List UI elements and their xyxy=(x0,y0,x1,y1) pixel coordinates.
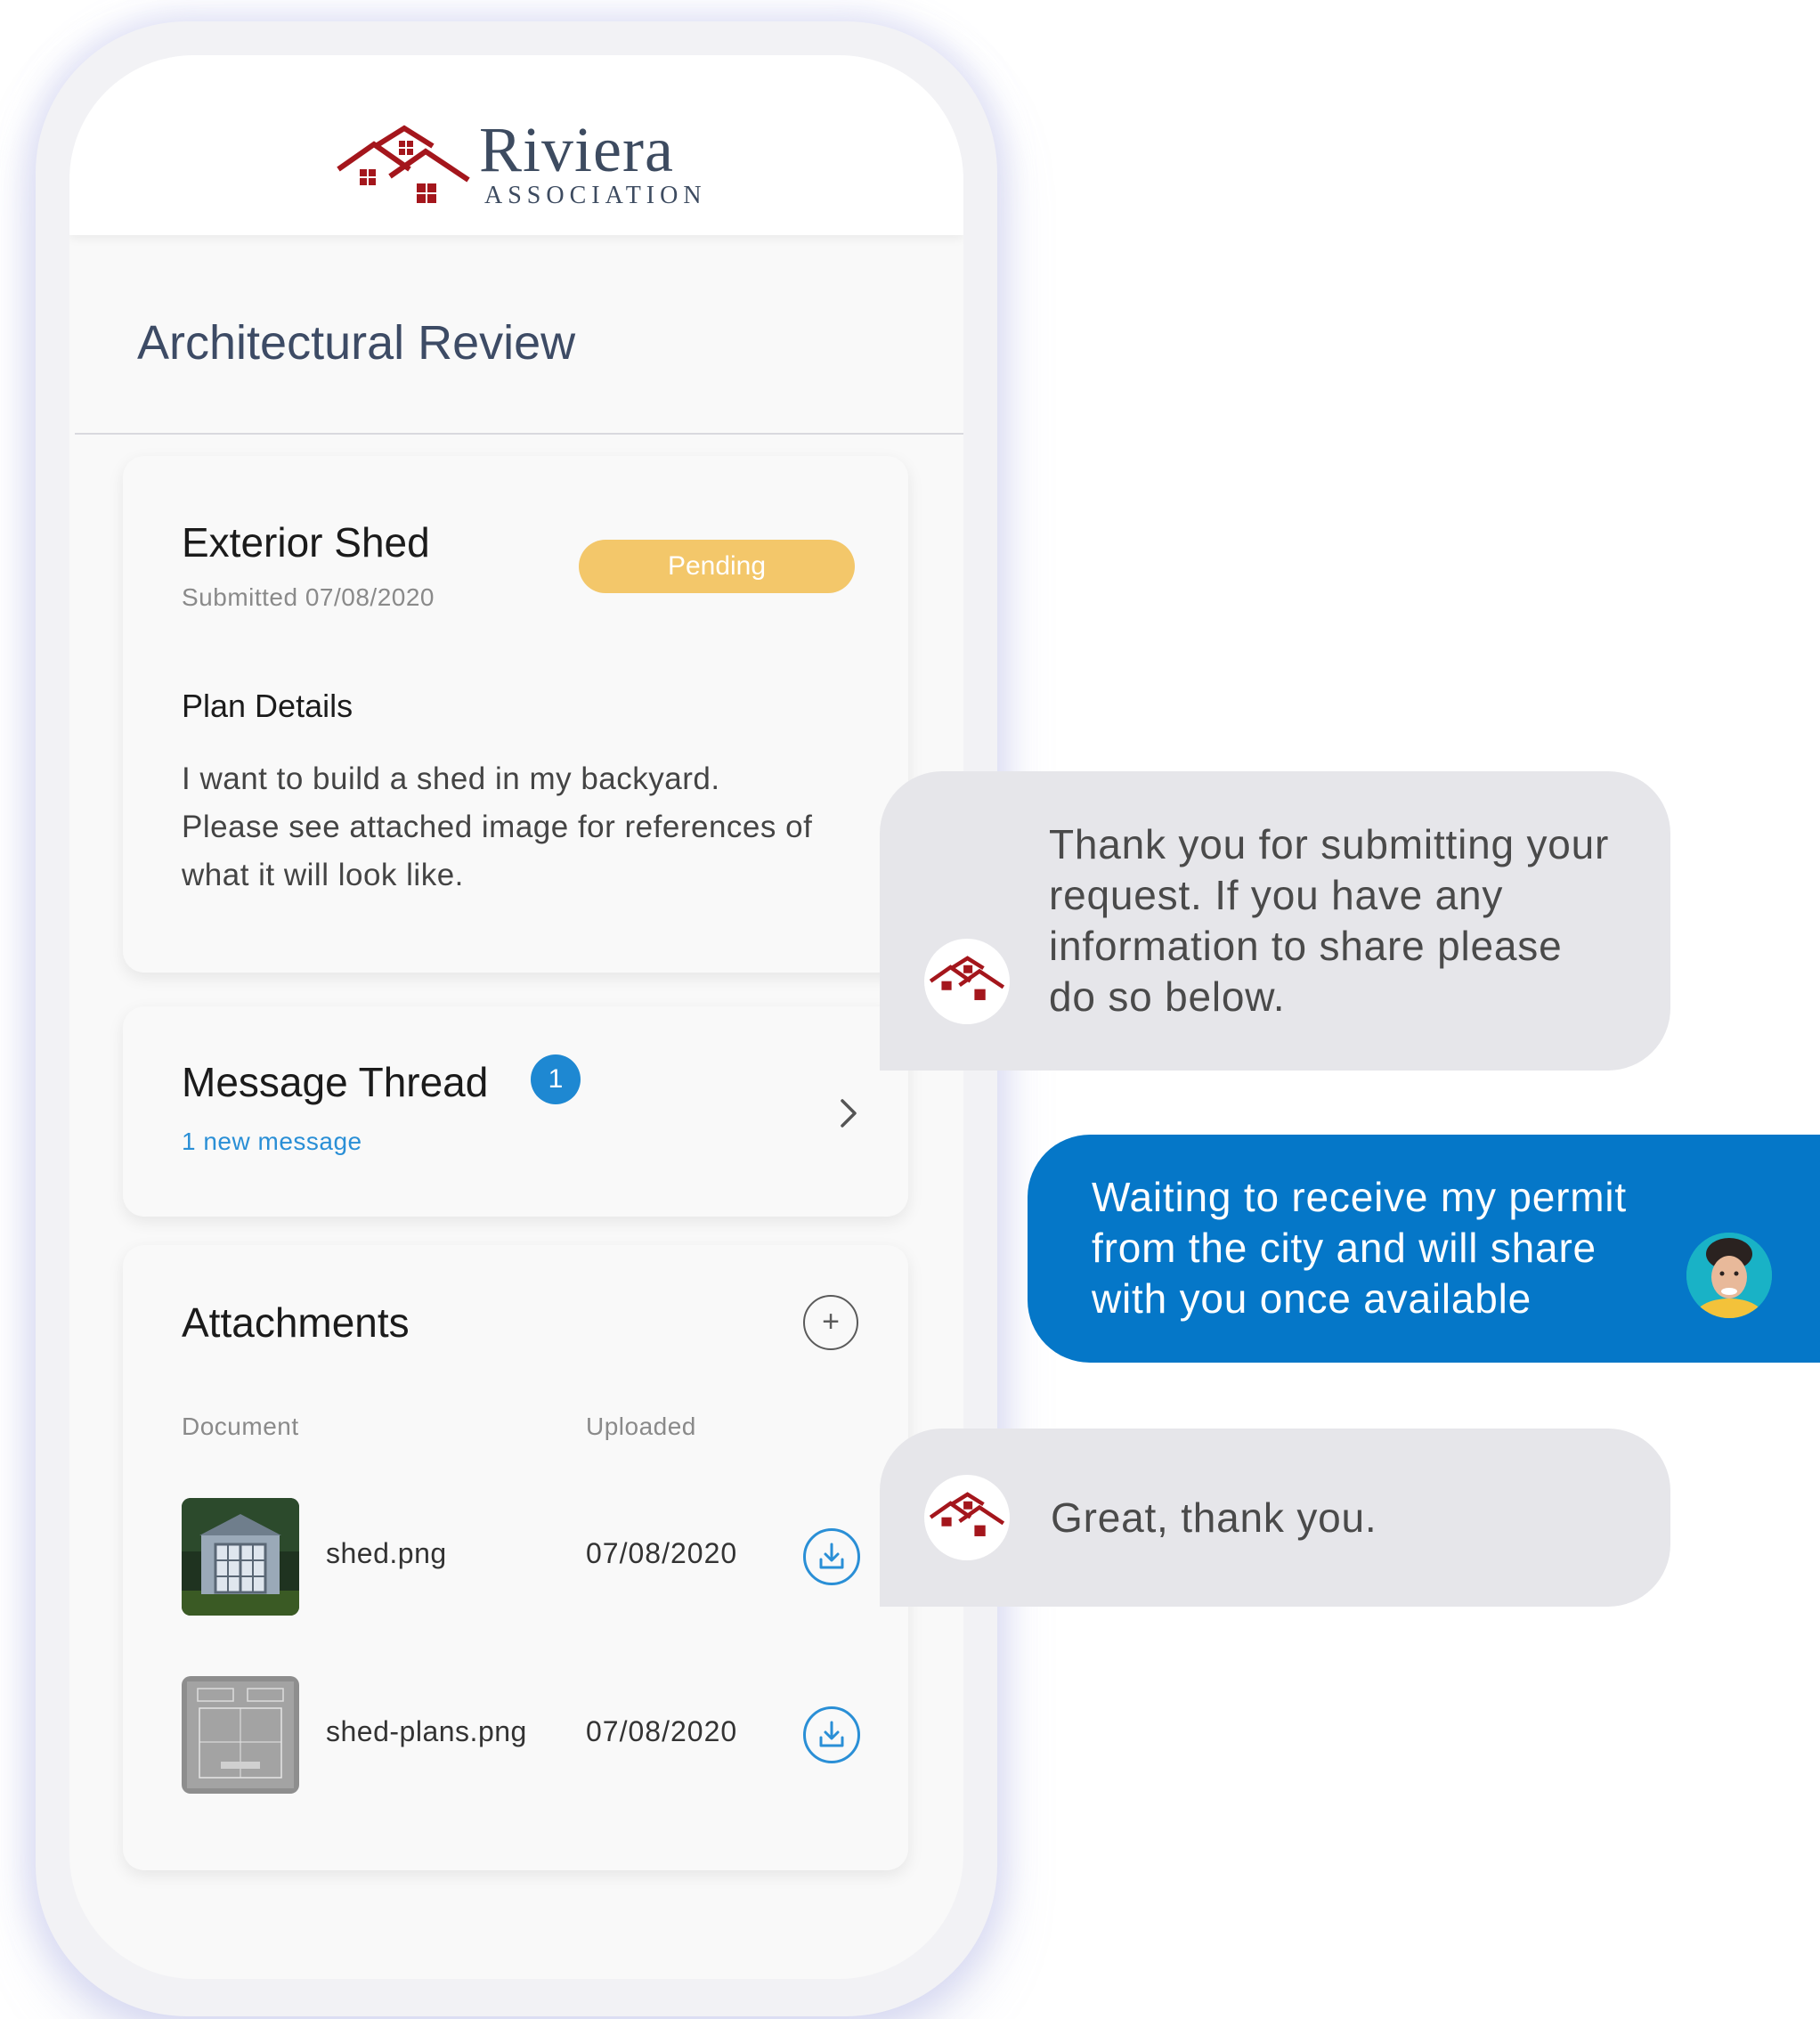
chat-message-text: Waiting to receive my permit from the ci… xyxy=(1092,1174,1627,1322)
title-divider xyxy=(75,433,963,435)
houses-logo-icon xyxy=(930,956,1004,1000)
chat-message-user: Waiting to receive my permit from the ci… xyxy=(1028,1135,1820,1363)
chevron-right-icon[interactable] xyxy=(835,1095,862,1131)
houses-logo-icon xyxy=(337,125,470,203)
riviera-logo[interactable]: Riviera ASSOCIATION xyxy=(337,118,711,216)
column-header-document: Document xyxy=(182,1412,299,1440)
download-button[interactable] xyxy=(803,1706,860,1763)
houses-logo-icon xyxy=(930,1492,1004,1536)
status-badge: Pending xyxy=(579,540,855,593)
add-attachment-button[interactable]: + xyxy=(803,1295,858,1350)
attachment-row: shed-plans.png 07/08/2020 xyxy=(182,1676,867,1794)
phone-frame: Riviera ASSOCIATION Architectural Review… xyxy=(36,21,997,2016)
file-name[interactable]: shed-plans.png xyxy=(326,1715,527,1748)
plan-details-text: I want to build a shed in my backyard. P… xyxy=(182,761,813,892)
shed-plans-thumbnail[interactable] xyxy=(182,1676,299,1794)
attachments-title: Attachments xyxy=(182,1299,410,1346)
message-thread-card[interactable]: Message Thread 1 1 new message xyxy=(123,1006,908,1217)
file-name[interactable]: shed.png xyxy=(326,1537,447,1570)
request-card: Exterior Shed Submitted 07/08/2020 Pendi… xyxy=(123,456,908,973)
shed-thumbnail[interactable] xyxy=(182,1498,299,1616)
app-screen: Riviera ASSOCIATION Architectural Review… xyxy=(69,55,963,1979)
request-submitted-date: Submitted 07/08/2020 xyxy=(182,583,435,611)
chat-message-association: Great, thank you. xyxy=(880,1429,1670,1607)
user-avatar xyxy=(1686,1233,1772,1318)
association-avatar xyxy=(924,939,1010,1024)
chat-message-text: Great, thank you. xyxy=(1051,1494,1377,1541)
app-header: Riviera ASSOCIATION xyxy=(69,55,963,235)
association-avatar xyxy=(924,1475,1010,1560)
brand-name: Riviera xyxy=(479,114,674,185)
download-icon xyxy=(819,1543,844,1569)
new-message-label: 1 new message xyxy=(182,1128,362,1155)
download-button[interactable] xyxy=(803,1528,860,1585)
file-upload-date: 07/08/2020 xyxy=(586,1715,738,1747)
file-upload-date: 07/08/2020 xyxy=(586,1537,738,1569)
unread-count-badge: 1 xyxy=(531,1054,581,1104)
chat-message-association: Thank you for submitting your request. I… xyxy=(880,771,1670,1071)
attachments-card: Attachments + Document Uploaded shed.png… xyxy=(123,1245,908,1870)
plan-details-label: Plan Details xyxy=(182,688,353,724)
page-title: Architectural Review xyxy=(137,316,576,370)
message-thread-title: Message Thread xyxy=(182,1059,489,1105)
request-title: Exterior Shed xyxy=(182,519,430,566)
column-header-uploaded: Uploaded xyxy=(586,1412,696,1440)
attachment-row: shed.png 07/08/2020 xyxy=(182,1498,867,1616)
chat-message-text: Thank you for submitting your request. I… xyxy=(1049,821,1610,1020)
download-icon xyxy=(819,1721,844,1747)
brand-subtitle: ASSOCIATION xyxy=(484,182,707,209)
